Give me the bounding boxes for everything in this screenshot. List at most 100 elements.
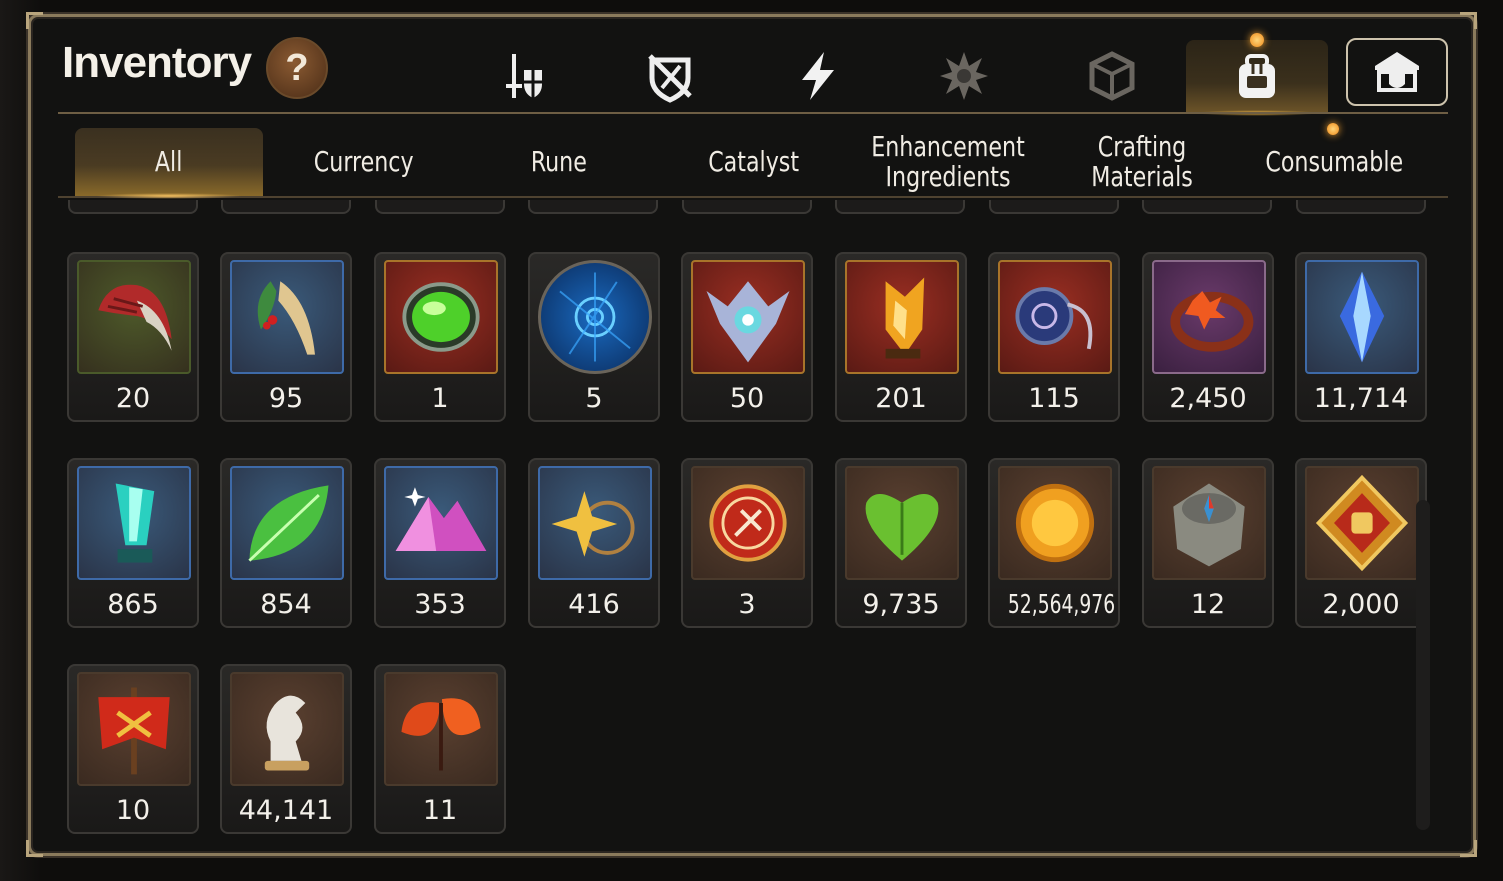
amber-crystal-icon — [885, 277, 925, 359]
subtab-label: All — [155, 145, 183, 178]
subtab-rune[interactable]: Rune — [465, 128, 653, 196]
item-quantity: 115 — [1028, 383, 1080, 414]
item-slot[interactable]: 2,450 — [1142, 252, 1274, 422]
item-slot[interactable]: 353 — [374, 458, 506, 628]
tab-items[interactable] — [1186, 40, 1328, 116]
item-art — [230, 466, 344, 580]
item-slot[interactable]: 1 — [374, 252, 506, 422]
frame-corner — [26, 12, 43, 29]
tab-artifacts[interactable] — [1052, 40, 1172, 112]
item-slot[interactable]: 854 — [220, 458, 352, 628]
sword-shield-icon — [506, 54, 542, 98]
item-quantity: 9,735 — [862, 589, 940, 620]
flower-ring-icon — [1170, 290, 1254, 352]
item-quantity: 10 — [115, 795, 151, 826]
item-slot[interactable]: 12 — [1142, 458, 1274, 628]
item-art — [845, 260, 959, 374]
item-slot-partial — [682, 200, 812, 214]
item-quantity: 50 — [729, 383, 765, 414]
subtab-label: Rune — [530, 145, 588, 178]
help-button[interactable]: ? — [266, 37, 328, 99]
item-slot[interactable]: 10 — [67, 664, 199, 834]
winged-eye-icon — [706, 281, 790, 363]
notification-dot — [1250, 33, 1264, 47]
blue-diamond-icon — [1339, 271, 1385, 363]
item-slot[interactable]: 5 — [528, 252, 660, 422]
item-quantity: 201 — [875, 383, 927, 414]
item-slot[interactable]: 11 — [374, 664, 506, 834]
item-slot[interactable]: 20 — [67, 252, 199, 422]
item-slot[interactable]: 416 — [528, 458, 660, 628]
tab-boosts[interactable] — [758, 40, 878, 112]
subtab-catalyst[interactable]: Catalyst — [660, 128, 848, 196]
item-slot[interactable]: 95 — [220, 252, 352, 422]
notification-dot — [1327, 123, 1339, 135]
item-slot[interactable]: 52,564,976 — [988, 458, 1120, 628]
item-slot-partial — [528, 200, 658, 214]
red-seal-icon — [709, 484, 787, 562]
item-art — [230, 672, 344, 786]
item-quantity: 854 — [260, 589, 312, 620]
item-art — [77, 466, 191, 580]
item-slot[interactable]: 44,141 — [220, 664, 352, 834]
item-slot[interactable]: 3 — [681, 458, 813, 628]
item-slot-partial — [989, 200, 1119, 214]
guild-hall-icon — [1375, 52, 1419, 92]
subtab-label: Currency — [314, 145, 414, 178]
item-art — [1152, 260, 1266, 374]
item-quantity: 44,141 — [238, 795, 334, 826]
teal-crystal-icon — [115, 483, 155, 563]
item-slot-partial — [1142, 200, 1272, 214]
item-slot[interactable]: 50 — [681, 252, 813, 422]
red-claw-icon — [98, 284, 172, 351]
item-slot-partial — [835, 200, 965, 214]
item-slot-partial — [68, 200, 198, 214]
subtab-divider — [58, 196, 1448, 198]
green-gem-icon — [402, 282, 480, 352]
item-slot[interactable]: 9,735 — [835, 458, 967, 628]
war-banner-icon — [98, 687, 170, 775]
item-quantity: 95 — [268, 383, 304, 414]
inventory-title: Inventory — [62, 38, 252, 87]
item-slot[interactable]: 865 — [67, 458, 199, 628]
item-slot[interactable]: 201 — [835, 252, 967, 422]
herb-root-icon — [257, 281, 315, 355]
item-art — [1305, 260, 1419, 374]
broken-shield-icon — [648, 54, 692, 103]
green-heart-icon — [865, 494, 939, 561]
item-quantity: 20 — [115, 383, 151, 414]
subtab-enhancement-ingredients[interactable]: Enhancement Ingredients — [854, 128, 1042, 196]
item-grid[interactable]: 20 95 1 5 50 201 115 2,450 11,714 865 85… — [60, 200, 1440, 840]
pink-mountain-icon — [395, 487, 487, 551]
item-quantity: 865 — [107, 589, 159, 620]
subtab-consumable[interactable]: Consumable — [1240, 128, 1428, 196]
scrollbar[interactable] — [1416, 500, 1430, 830]
item-slot[interactable]: 115 — [988, 252, 1120, 422]
item-art — [1152, 466, 1266, 580]
header-divider — [58, 112, 1448, 114]
cosmic-amulet-icon — [1015, 287, 1093, 350]
item-quantity: 5 — [585, 383, 603, 414]
stone-compass-icon — [1173, 483, 1245, 567]
tab-broken-gear[interactable] — [610, 40, 730, 112]
item-quantity: 12 — [1190, 589, 1226, 620]
sun-coin-icon — [1015, 483, 1095, 563]
item-art — [77, 672, 191, 786]
subtab-currency[interactable]: Currency — [270, 128, 458, 196]
cube-icon — [1089, 51, 1135, 101]
item-art — [1305, 466, 1419, 580]
item-art — [384, 672, 498, 786]
item-art — [77, 260, 191, 374]
tab-emblems[interactable] — [904, 40, 1024, 112]
subtab-crafting-materials[interactable]: Crafting Materials — [1048, 128, 1236, 196]
item-quantity: 2,000 — [1322, 589, 1400, 620]
tab-equipment[interactable] — [464, 40, 584, 112]
subtab-all[interactable]: All — [75, 128, 263, 199]
subtab-label: Crafting Materials — [1091, 130, 1193, 193]
item-slot[interactable]: 11,714 — [1295, 252, 1427, 422]
frame-corner — [1460, 840, 1477, 857]
item-art — [998, 260, 1112, 374]
tab-guild-storage[interactable] — [1346, 38, 1448, 106]
item-art — [691, 466, 805, 580]
item-slot[interactable]: 2,000 — [1295, 458, 1427, 628]
